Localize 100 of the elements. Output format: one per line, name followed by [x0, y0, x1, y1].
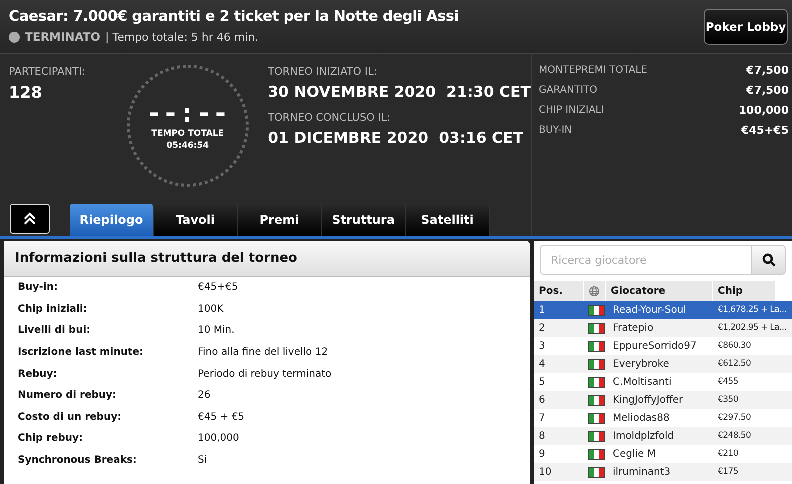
position-cell-text: 8 [538, 430, 546, 442]
search-icon [762, 253, 776, 267]
position-cell-text: 3 [538, 340, 546, 352]
position-cell-text: 2 [538, 322, 546, 334]
player-row[interactable]: 1 Read-Your-Soul €1,678.25 + La... [534, 301, 792, 319]
tournament-title: Caesar: 7.000€ garantiti e 2 ticket per la Notte degli Assi [9, 9, 459, 25]
italy-flag-icon [588, 358, 605, 370]
prize-info-value: €45+€5 [742, 124, 789, 136]
italy-flag-icon [588, 412, 605, 424]
structure-label: Buy-in: [18, 282, 59, 294]
end-date: 01 DICEMBRE 2020 03:16 CET [268, 129, 525, 147]
structure-value: 100K [198, 304, 224, 315]
chip-cell-text: €860.30 [717, 341, 752, 351]
structure-value: 10 Min. [198, 325, 235, 336]
player-name: EppureSorrido97 [612, 340, 698, 352]
chip-cell-text: €1,678.25 + La... [717, 305, 788, 315]
chip-cell-text: €248.50 [717, 431, 752, 441]
collapse-button[interactable] [10, 204, 50, 234]
player-row[interactable]: 8 Imoldplzfold €248.50 [534, 427, 792, 445]
italy-flag-icon [588, 448, 605, 460]
chip-cell-text: €175 [717, 467, 740, 477]
player-name: KingJoffyJoffer [612, 394, 684, 406]
position-cell-text: 1 [538, 304, 546, 316]
position-cell-text: 6 [538, 394, 546, 406]
structure-label: Chip iniziali: [18, 304, 88, 315]
chip-cell-text: €612.50 [717, 359, 752, 369]
column-header[interactable]: Giocatore [606, 281, 713, 301]
player-name: Imoldplzfold [612, 430, 676, 442]
poker-lobby-button[interactable]: Poker Lobby [704, 8, 788, 44]
tab[interactable]: Premi [238, 204, 322, 236]
tab[interactable]: Satelliti [406, 204, 490, 236]
player-row[interactable]: 4 Everybroke €612.50 [534, 355, 792, 373]
status-text: TERMINATO [25, 30, 101, 44]
prize-info-value: €7,500 [746, 64, 789, 76]
prize-info-value: €7,500 [746, 84, 789, 96]
start-date: 30 NOVEMBRE 2020 21:30 CET [268, 83, 531, 101]
start-label: TORNEO INIZIATO IL: [268, 66, 378, 78]
total-duration: | Tempo totale: 5 hr 46 min. [106, 30, 259, 44]
tab[interactable]: Struttura [322, 204, 406, 236]
player-search-field[interactable]: Ricerca giocatore [540, 245, 752, 275]
end-label: TORNEO CONCLUSO IL: [268, 112, 392, 124]
player-name: Read-Your-Soul [612, 304, 688, 316]
clock-display: --:-- [146, 101, 230, 127]
tab[interactable]: Riepilogo [70, 204, 154, 236]
prize-info-label: CHIP INIZIALI [539, 104, 604, 116]
column-header[interactable] [584, 281, 606, 301]
player-name: Ceglie M [612, 448, 657, 460]
structure-value: 100,000 [198, 433, 240, 444]
clock-label: TEMPO TOTALE [152, 129, 224, 139]
player-name: C.Moltisanti [612, 376, 673, 388]
column-header[interactable]: Chip [713, 281, 776, 301]
globe-icon [589, 286, 600, 296]
player-name: ilruminant3 [612, 466, 672, 478]
structure-value: Si [198, 455, 208, 466]
position-cell-text: 4 [538, 358, 546, 370]
italy-flag-icon [588, 376, 605, 388]
panel-title: Informazioni sulla struttura del torneo [4, 241, 530, 277]
position-cell-text: 5 [538, 376, 546, 388]
double-chevron-up-icon [23, 212, 37, 226]
italy-flag-icon [588, 322, 605, 334]
chip-cell-text: €297.50 [717, 413, 752, 423]
structure-value: Fino alla fine del livello 12 [198, 347, 328, 358]
total-time: 05:46:54 [166, 141, 210, 151]
structure-value: Periodo di rebuy terminato [198, 368, 332, 380]
player-name: Meliodas88 [612, 412, 671, 424]
participants-label: PARTECIPANTI: [9, 66, 87, 78]
italy-flag-icon [588, 466, 605, 478]
structure-value: €45+€5 [198, 282, 238, 294]
position-cell-text: 10 [538, 466, 553, 478]
prize-info-label: BUY-IN [539, 124, 572, 136]
prize-info-label: GARANTITO [539, 84, 598, 96]
italy-flag-icon [588, 304, 605, 316]
chip-cell-text: €210 [717, 449, 740, 459]
chip-cell-text: €350 [717, 395, 740, 405]
chip-cell-text: €455 [717, 377, 740, 387]
prize-info-label: MONTEPREMI TOTALE [539, 64, 648, 76]
italy-flag-icon [588, 340, 605, 352]
search-button[interactable] [752, 245, 786, 275]
position-cell-text: 9 [538, 448, 546, 460]
structure-label: Costo di un rebuy: [18, 412, 123, 423]
player-name: Everybroke [612, 358, 670, 370]
structure-value: 26 [198, 390, 211, 402]
italy-flag-icon [588, 430, 605, 442]
structure-label: Synchronous Breaks: [18, 455, 138, 466]
italy-flag-icon [588, 394, 605, 406]
structure-label: Livelli di bui: [18, 325, 92, 336]
column-header[interactable]: Pos. [534, 281, 584, 301]
structure-label: Rebuy: [18, 368, 58, 380]
player-row[interactable]: 10 ilruminant3 €175 [534, 463, 792, 481]
structure-label: Chip rebuy: [18, 433, 84, 444]
position-cell-text: 7 [538, 412, 546, 424]
tab[interactable]: Tavoli [154, 204, 238, 236]
prize-info-value: 100,000 [738, 104, 789, 116]
structure-label: Numero di rebuy: [18, 390, 118, 402]
player-row[interactable]: 2 Fratepio €1,202.95 + La... [534, 319, 792, 337]
structure-label: Iscrizione last minute: [18, 347, 144, 358]
participants-count: 128 [9, 83, 44, 102]
player-row[interactable]: 6 KingJoffyJoffer €350 [534, 391, 792, 409]
structure-value: €45 + €5 [198, 412, 245, 423]
player-name: Fratepio [612, 322, 655, 334]
